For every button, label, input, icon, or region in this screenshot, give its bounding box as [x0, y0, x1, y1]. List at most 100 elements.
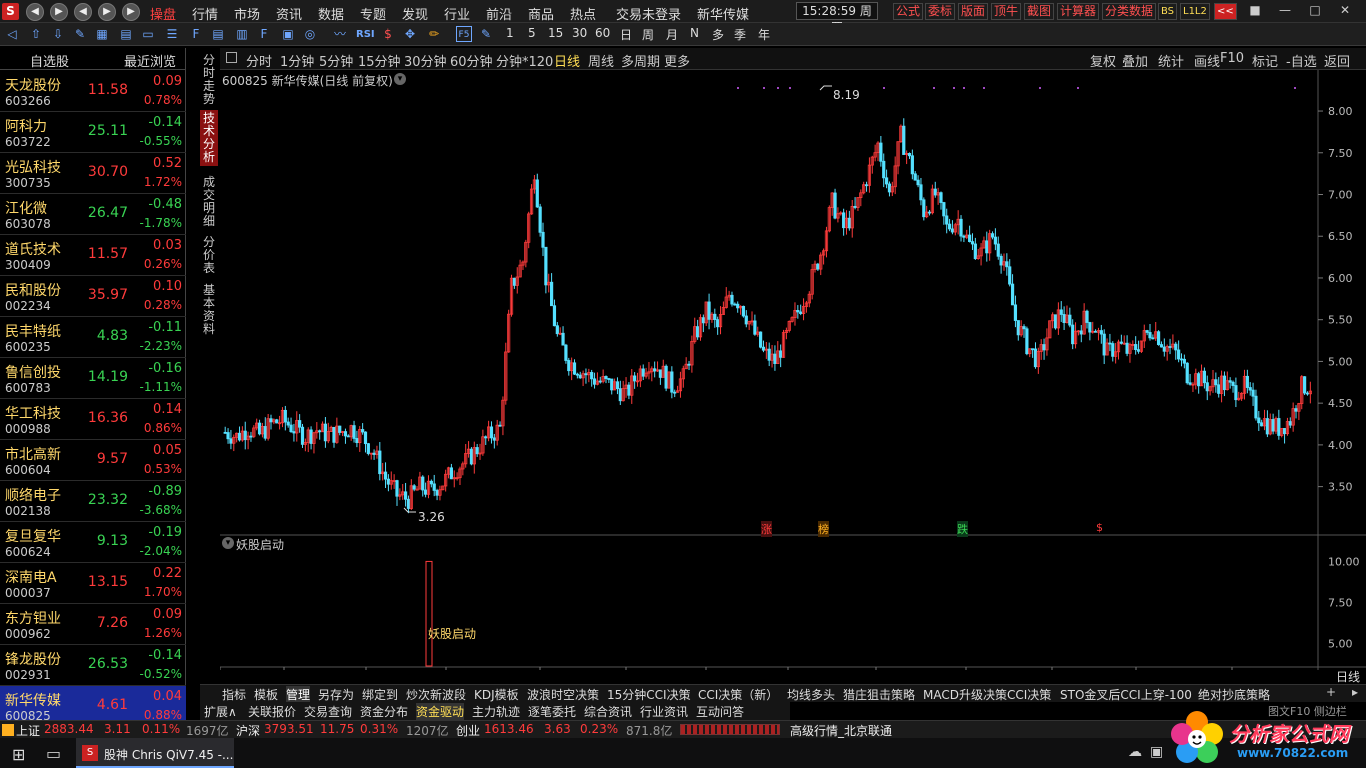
tab-fundamentals[interactable]: 基本资料	[200, 282, 218, 338]
extension-tab[interactable]: 逐笔委托	[528, 703, 576, 720]
period-60min[interactable]: 60	[595, 26, 610, 40]
extension-tab[interactable]: 资金分布	[360, 703, 408, 720]
indicator-tab[interactable]: CCI决策	[1007, 686, 1051, 703]
menu-shichang[interactable]: 市场	[234, 4, 260, 23]
watchlist-row[interactable]: 复旦复华 600624 9.13 -0.19 -2.04%	[0, 522, 186, 563]
indicator-tab[interactable]: 波浪时空决策	[527, 686, 599, 703]
period-1min[interactable]: 1	[506, 26, 514, 40]
line-chart-icon[interactable]: 〰	[332, 26, 348, 42]
chart-tool-button[interactable]: -自选	[1286, 51, 1317, 70]
extension-tab[interactable]: 综合资讯	[584, 703, 632, 720]
move-icon[interactable]: ✥	[402, 26, 418, 42]
indicator-tab[interactable]: 绑定到	[362, 686, 398, 703]
period-tab[interactable]: 分钟*120	[496, 51, 553, 70]
watchlist-row[interactable]: 锋龙股份 002931 26.53 -0.14 -0.52%	[0, 645, 186, 686]
up-arrow-icon[interactable]: ⇧	[28, 26, 44, 42]
extension-tab[interactable]: 扩展∧	[204, 703, 237, 720]
watchlist-row[interactable]: 深南电A 000037 13.15 0.22 1.70%	[0, 563, 186, 604]
period-tab[interactable]: 1分钟	[280, 51, 314, 70]
tab-technical-analysis[interactable]: 技术分析	[200, 110, 218, 166]
menu-shangpin[interactable]: 商品	[528, 4, 554, 23]
tab-timeshare[interactable]: 分时走势	[200, 52, 218, 108]
taskbar-app[interactable]: S 股神 Chris QiV7.45 -...	[76, 738, 234, 768]
close-icon[interactable]: ✕	[1336, 3, 1354, 19]
chart-tool-button[interactable]: F10	[1220, 51, 1244, 66]
recent-tab[interactable]: 最近浏览	[124, 51, 176, 70]
chart-tool-button[interactable]: 标记	[1252, 51, 1278, 70]
menu-hangye[interactable]: 行业	[444, 4, 470, 23]
indicator-tab[interactable]: 15分钟CCI决策	[607, 686, 691, 703]
draw-pen-icon[interactable]: ✏	[426, 26, 442, 42]
cloud-icon[interactable]: ☁	[1128, 744, 1142, 760]
app-logo[interactable]: S	[2, 3, 19, 20]
kline-chart[interactable]: 3.50 4.00 4.50 5.00 5.50 6.00 6.50 7.00 7.50 8.00…	[220, 70, 1366, 684]
collapse-button[interactable]: <<	[1214, 3, 1237, 20]
f10-icon[interactable]: F	[188, 26, 204, 42]
maximize-icon[interactable]: □	[1306, 3, 1324, 19]
grid-icon[interactable]: ▤	[118, 26, 134, 42]
watchlist-row[interactable]: 天龙股份 603266 11.58 0.09 0.78%	[0, 71, 186, 112]
bs-button[interactable]: BS	[1158, 3, 1178, 20]
category-data-button[interactable]: 分类数据	[1102, 3, 1157, 20]
cycle-season[interactable]: 季	[734, 26, 746, 43]
nav-next-icon[interactable]: ▶	[98, 3, 116, 21]
dollar-icon[interactable]: $	[380, 26, 396, 42]
extension-tab[interactable]: 互动问答	[696, 703, 744, 720]
cycle-month[interactable]: 月	[666, 26, 678, 43]
screenshot-button[interactable]: 截图	[1024, 3, 1055, 20]
tab-deal-detail[interactable]: 成交明细	[200, 174, 218, 230]
indicator-options-icon[interactable]: ▾	[222, 537, 234, 549]
menu-redian[interactable]: 热点	[570, 4, 596, 23]
l1l2-button[interactable]: L1L2	[1180, 3, 1210, 20]
chart-window-icon[interactable]: ▣	[280, 26, 296, 42]
indicator-tab[interactable]: 均线多头	[787, 686, 835, 703]
period-5min[interactable]: 5	[528, 26, 536, 40]
f5-icon[interactable]: F5	[456, 26, 472, 42]
cycle-multi[interactable]: 多	[712, 26, 724, 43]
period-tab[interactable]: 更多	[664, 51, 690, 70]
period-tab[interactable]: 60分钟	[450, 51, 493, 70]
menu-current-stock[interactable]: 新华传媒	[697, 4, 749, 23]
extension-tab[interactable]: 主力轨迹	[472, 703, 520, 720]
watchlist-row[interactable]: 光弘科技 300735 30.70 0.52 1.72%	[0, 153, 186, 194]
more-tabs-icon[interactable]: ▸	[1352, 685, 1358, 699]
indicator-tab[interactable]: KDJ模板	[474, 686, 519, 703]
indicator-tab[interactable]: MACD升级决策	[923, 686, 1007, 703]
extension-tab[interactable]: 交易查询	[304, 703, 352, 720]
circle-icon[interactable]: ◎	[302, 26, 318, 42]
watchlist-row[interactable]: 江化微 603078 26.47 -0.48 -1.78%	[0, 194, 186, 235]
watchlist-tab[interactable]: 自选股	[30, 51, 69, 70]
nav-prev-icon[interactable]: ◀	[74, 3, 92, 21]
chart-tool-button[interactable]: 画线	[1194, 51, 1220, 70]
indicator-tab[interactable]: 模板	[254, 686, 278, 703]
nav-back-icon[interactable]: ◀	[26, 3, 44, 21]
period-tab[interactable]: 周线	[588, 51, 614, 70]
period-30min[interactable]: 30	[572, 26, 587, 40]
period-tab[interactable]: 多周期	[621, 51, 660, 70]
indicator-tab[interactable]: 管理	[286, 686, 311, 703]
list-icon[interactable]: ☰	[164, 26, 180, 42]
menu-caopan[interactable]: 操盘	[150, 4, 176, 23]
watchlist-row[interactable]: 市北高新 600604 9.57 0.05 0.53%	[0, 440, 186, 481]
extension-tab[interactable]: 行业资讯	[640, 703, 688, 720]
window-mode-icon[interactable]: ■	[1246, 3, 1264, 19]
menu-zixun[interactable]: 资讯	[276, 4, 302, 23]
order-button[interactable]: 委标	[925, 3, 956, 20]
indicator-tab[interactable]: 另存为	[318, 686, 354, 703]
indicator-tab[interactable]: 指标	[222, 686, 246, 703]
back-arrow-icon[interactable]: ◁	[4, 26, 20, 42]
rsi-icon[interactable]: RSI	[356, 29, 375, 40]
formula-button[interactable]: 公式	[893, 3, 924, 20]
table-icon[interactable]: ▦	[94, 26, 110, 42]
chart-options-icon[interactable]: ▾	[394, 73, 406, 85]
menu-trade-login[interactable]: 交易未登录	[616, 4, 681, 23]
add-tab-icon[interactable]: +	[1326, 685, 1336, 699]
watchlist-row[interactable]: 鲁信创投 600783 14.19 -0.16 -1.11%	[0, 358, 186, 399]
watchlist-row[interactable]: 道氏技术 300409 11.57 0.03 0.26%	[0, 235, 186, 276]
task-view-icon[interactable]: ▭	[46, 744, 61, 763]
menu-faxian[interactable]: 发现	[402, 4, 428, 23]
window-icon[interactable]: ▭	[140, 26, 156, 42]
minimize-icon[interactable]: —	[1276, 3, 1294, 19]
period-tab[interactable]: 5分钟	[319, 51, 353, 70]
panel-toggle-icon[interactable]	[226, 52, 237, 63]
